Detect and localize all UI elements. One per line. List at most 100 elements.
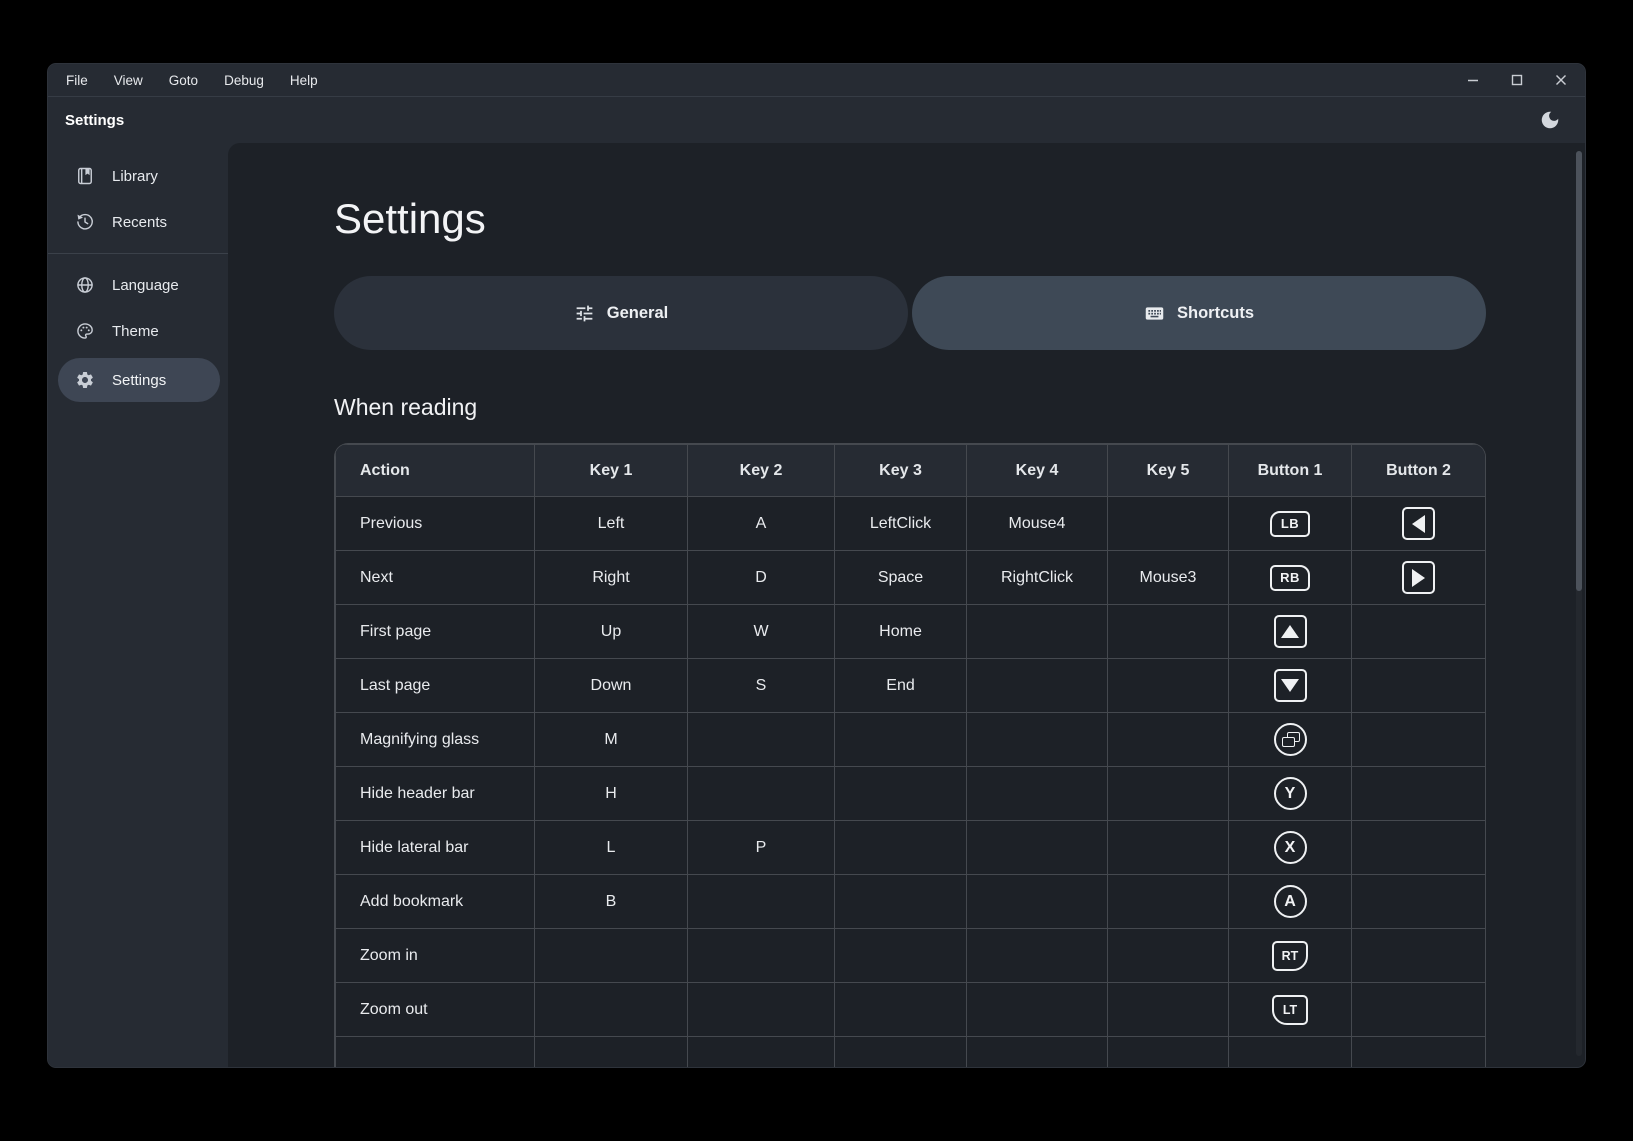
key-cell[interactable] xyxy=(967,875,1108,929)
key-cell[interactable]: End xyxy=(835,659,967,713)
key-cell[interactable] xyxy=(1108,929,1229,983)
key-cell[interactable]: Mouse3 xyxy=(1108,551,1229,605)
button-cell[interactable] xyxy=(1352,497,1486,551)
button-cell[interactable] xyxy=(1352,821,1486,875)
button-cell[interactable] xyxy=(1352,983,1486,1037)
dark-mode-toggle[interactable] xyxy=(1539,109,1561,131)
key-cell[interactable] xyxy=(967,1037,1108,1068)
column-header-button1: Button 1 xyxy=(1229,445,1352,497)
button-cell[interactable]: RT xyxy=(1229,929,1352,983)
key-cell[interactable] xyxy=(688,983,835,1037)
key-cell[interactable] xyxy=(835,821,967,875)
key-cell[interactable] xyxy=(967,983,1108,1037)
key-cell[interactable] xyxy=(835,929,967,983)
key-cell[interactable] xyxy=(535,1037,688,1068)
button-cell[interactable] xyxy=(1229,659,1352,713)
key-cell[interactable]: Right xyxy=(535,551,688,605)
key-cell[interactable]: Home xyxy=(835,605,967,659)
key-cell[interactable] xyxy=(688,1037,835,1068)
button-cell[interactable]: LB xyxy=(1229,497,1352,551)
key-cell[interactable] xyxy=(535,983,688,1037)
key-cell[interactable]: L xyxy=(535,821,688,875)
key-cell[interactable] xyxy=(1108,497,1229,551)
menu-help[interactable]: Help xyxy=(277,73,331,88)
button-cell[interactable] xyxy=(1229,1037,1352,1068)
menu-debug[interactable]: Debug xyxy=(211,73,277,88)
menu-file[interactable]: File xyxy=(53,73,101,88)
key-cell[interactable] xyxy=(967,713,1108,767)
key-cell[interactable]: Mouse4 xyxy=(967,497,1108,551)
minimize-button[interactable] xyxy=(1465,72,1481,88)
key-cell[interactable] xyxy=(1108,821,1229,875)
key-cell[interactable] xyxy=(1108,659,1229,713)
key-cell[interactable]: Left xyxy=(535,497,688,551)
key-cell[interactable] xyxy=(1108,983,1229,1037)
key-cell[interactable] xyxy=(688,767,835,821)
key-cell[interactable]: Space xyxy=(835,551,967,605)
key-cell[interactable] xyxy=(688,929,835,983)
key-cell[interactable]: P xyxy=(688,821,835,875)
key-cell[interactable]: RightClick xyxy=(967,551,1108,605)
button-cell[interactable]: RB xyxy=(1229,551,1352,605)
tab-label: Shortcuts xyxy=(1177,304,1254,323)
key-cell[interactable] xyxy=(835,713,967,767)
key-cell[interactable]: Up xyxy=(535,605,688,659)
key-cell[interactable] xyxy=(967,821,1108,875)
key-cell[interactable] xyxy=(835,875,967,929)
key-cell[interactable]: Down xyxy=(535,659,688,713)
key-cell[interactable] xyxy=(688,713,835,767)
key-cell[interactable] xyxy=(1108,767,1229,821)
window-body: Library Recents Language xyxy=(48,143,1585,1067)
button-cell[interactable]: Y xyxy=(1229,767,1352,821)
sidebar-item-settings[interactable]: Settings xyxy=(58,358,220,402)
maximize-button[interactable] xyxy=(1509,72,1525,88)
sidebar-item-language[interactable]: Language xyxy=(48,262,228,308)
button-cell[interactable] xyxy=(1229,605,1352,659)
sidebar-item-library[interactable]: Library xyxy=(48,153,228,199)
button-cell[interactable]: X xyxy=(1229,821,1352,875)
sidebar-item-recents[interactable]: Recents xyxy=(48,199,228,245)
key-cell[interactable]: A xyxy=(688,497,835,551)
close-button[interactable] xyxy=(1553,72,1569,88)
button-cell[interactable]: LT xyxy=(1229,983,1352,1037)
action-cell: Zoom in xyxy=(336,929,535,983)
key-cell[interactable] xyxy=(535,929,688,983)
key-cell[interactable]: W xyxy=(688,605,835,659)
key-cell[interactable]: LeftClick xyxy=(835,497,967,551)
button-cell[interactable] xyxy=(1352,605,1486,659)
book-icon xyxy=(75,166,95,186)
button-cell[interactable] xyxy=(1352,659,1486,713)
tab-shortcuts[interactable]: Shortcuts xyxy=(912,276,1486,350)
page-title: Settings xyxy=(334,195,1585,243)
button-cell[interactable] xyxy=(1352,929,1486,983)
key-cell[interactable] xyxy=(967,929,1108,983)
scrollbar-thumb[interactable] xyxy=(1576,151,1582,591)
key-cell[interactable] xyxy=(688,875,835,929)
button-cell[interactable] xyxy=(1352,875,1486,929)
key-cell[interactable] xyxy=(967,659,1108,713)
button-cell[interactable]: A xyxy=(1229,875,1352,929)
button-cell[interactable] xyxy=(1229,713,1352,767)
key-cell[interactable] xyxy=(1108,713,1229,767)
key-cell[interactable] xyxy=(835,1037,967,1068)
key-cell[interactable]: S xyxy=(688,659,835,713)
button-cell[interactable] xyxy=(1352,713,1486,767)
menu-view[interactable]: View xyxy=(101,73,156,88)
key-cell[interactable]: B xyxy=(535,875,688,929)
key-cell[interactable] xyxy=(967,605,1108,659)
key-cell[interactable]: D xyxy=(688,551,835,605)
key-cell[interactable]: H xyxy=(535,767,688,821)
button-cell[interactable] xyxy=(1352,1037,1486,1068)
menu-goto[interactable]: Goto xyxy=(156,73,211,88)
key-cell[interactable] xyxy=(1108,1037,1229,1068)
tab-general[interactable]: General xyxy=(334,276,908,350)
sidebar-item-theme[interactable]: Theme xyxy=(48,308,228,354)
key-cell[interactable] xyxy=(835,767,967,821)
key-cell[interactable]: M xyxy=(535,713,688,767)
key-cell[interactable] xyxy=(1108,875,1229,929)
button-cell[interactable] xyxy=(1352,551,1486,605)
key-cell[interactable] xyxy=(835,983,967,1037)
key-cell[interactable] xyxy=(967,767,1108,821)
key-cell[interactable] xyxy=(1108,605,1229,659)
button-cell[interactable] xyxy=(1352,767,1486,821)
